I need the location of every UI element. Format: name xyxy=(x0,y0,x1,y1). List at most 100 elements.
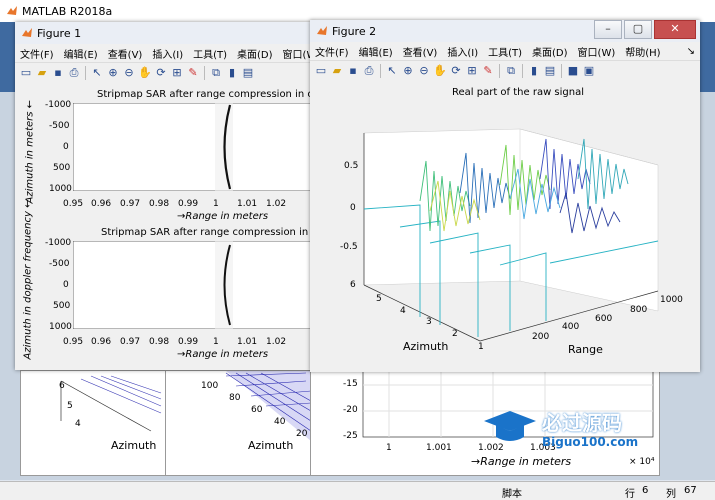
fig2-menu-help[interactable]: 帮助(H) xyxy=(620,44,665,59)
show-plot-tools-icon[interactable]: ▣ xyxy=(582,64,596,78)
figure-logo-icon xyxy=(317,26,327,35)
pan-icon[interactable]: ✋ xyxy=(433,64,447,78)
matlab-logo-icon xyxy=(7,6,17,15)
maximize-button[interactable]: ▢ xyxy=(624,20,652,39)
fig1-bottom-xtick: 1.02 xyxy=(266,337,287,347)
pointer-icon[interactable]: ↖ xyxy=(385,64,399,78)
fig2-xlabel: Range xyxy=(568,343,603,356)
colorbar-icon[interactable]: ▮ xyxy=(225,66,239,80)
fig2-ytick: 1 xyxy=(478,342,484,352)
brush-icon[interactable]: ✎ xyxy=(481,64,495,78)
fig1-top-ytick: -1000 xyxy=(45,100,72,110)
data-cursor-icon[interactable]: ⊞ xyxy=(465,64,479,78)
background-right-exponent: × 10⁴ xyxy=(629,457,655,467)
fig1-bottom-ylabel: Azimuth in doppler frequency ← xyxy=(22,199,34,360)
save-icon[interactable]: ▪ xyxy=(51,66,65,80)
fig2-xtick: 600 xyxy=(595,314,613,324)
pointer-icon[interactable]: ↖ xyxy=(90,66,104,80)
fig2-menu-insert[interactable]: 插入(I) xyxy=(442,44,483,59)
zoom-in-icon[interactable]: ⊕ xyxy=(401,64,415,78)
zoom-out-icon[interactable]: ⊖ xyxy=(122,66,136,80)
brush-icon[interactable]: ✎ xyxy=(186,66,200,80)
rotate-icon[interactable]: ⟳ xyxy=(154,66,168,80)
figure1-toolbar: ▭ ▰ ▪ ⎙ ↖ ⊕ ⊖ ✋ ⟳ ⊞ ✎ ⧉ ▮ ▤ xyxy=(15,62,313,84)
fig2-menu-view[interactable]: 查看(V) xyxy=(398,44,443,59)
fig1-top-ytick: 1000 xyxy=(49,184,72,194)
fig2-menu-file[interactable]: 文件(F) xyxy=(310,44,354,59)
fig2-xtick: 1000 xyxy=(660,295,683,305)
fig2-3d-axes xyxy=(363,128,659,342)
fig2-menu-tools[interactable]: 工具(T) xyxy=(483,44,527,59)
fig1-menu-view[interactable]: 查看(V) xyxy=(103,46,148,61)
print-icon[interactable]: ⎙ xyxy=(67,66,81,80)
figure1-window[interactable]: Figure 1 文件(F) 编辑(E) 查看(V) 插入(I) 工具(T) 桌… xyxy=(15,22,366,370)
figure2-toolbar: ▭ ▰ ▪ ⎙ ↖ ⊕ ⊖ ✋ ⟳ ⊞ ✎ ⧉ ▮ ▤ ■ ▣ xyxy=(310,60,700,82)
close-button[interactable]: ✕ xyxy=(654,20,696,39)
link-plot-icon[interactable]: ⧉ xyxy=(209,66,223,80)
fig1-bottom-xtick: 0.98 xyxy=(149,337,170,347)
figure2-window[interactable]: Figure 2 – ▢ ✕ 文件(F) 编辑(E) 查看(V) 插入(I) 工… xyxy=(310,20,700,372)
figure2-titlebar[interactable]: Figure 2 – ▢ ✕ xyxy=(310,20,700,42)
toolbar-separator xyxy=(204,66,205,80)
hide-plot-tools-icon[interactable]: ■ xyxy=(566,64,580,78)
background-left-ztick-2: 4 xyxy=(75,419,81,429)
background-left-axes xyxy=(60,375,162,432)
dock-arrow-icon[interactable]: ↘ xyxy=(682,46,700,57)
fig1-bottom-xtick: 1 xyxy=(213,337,219,347)
fig1-menu-file[interactable]: 文件(F) xyxy=(15,46,59,61)
fig1-menu-edit[interactable]: 编辑(E) xyxy=(59,46,103,61)
figure1-titlebar[interactable]: Figure 1 xyxy=(15,22,313,44)
zoom-in-icon[interactable]: ⊕ xyxy=(106,66,120,80)
legend-icon[interactable]: ▤ xyxy=(241,66,255,80)
fig2-ytick: 2 xyxy=(452,329,458,339)
pan-icon[interactable]: ✋ xyxy=(138,66,152,80)
fig1-top-axes xyxy=(73,103,313,191)
background-middle-tick-3: 40 xyxy=(274,417,286,427)
figure-logo-icon xyxy=(22,28,32,37)
print-icon[interactable]: ⎙ xyxy=(362,64,376,78)
fig1-bottom-xtick: 0.96 xyxy=(91,337,112,347)
fig1-menu-insert[interactable]: 插入(I) xyxy=(147,46,188,61)
fig2-xtick: 400 xyxy=(562,322,580,332)
rotate-icon[interactable]: ⟳ xyxy=(449,64,463,78)
link-plot-icon[interactable]: ⧉ xyxy=(504,64,518,78)
zoom-out-icon[interactable]: ⊖ xyxy=(417,64,431,78)
fig2-menu-window[interactable]: 窗口(W) xyxy=(573,44,621,59)
main-status-bar: 脚本 行 6 列 67 xyxy=(0,481,715,500)
fig2-menu-edit[interactable]: 编辑(E) xyxy=(354,44,398,59)
fig2-menu-desktop[interactable]: 桌面(D) xyxy=(527,44,573,59)
legend-icon[interactable]: ▤ xyxy=(543,64,557,78)
minimize-button[interactable]: – xyxy=(594,20,622,39)
fig1-menu-desktop[interactable]: 桌面(D) xyxy=(232,46,278,61)
figure2-menubar: 文件(F) 编辑(E) 查看(V) 插入(I) 工具(T) 桌面(D) 窗口(W… xyxy=(310,42,700,60)
fig1-top-xtick: 0.96 xyxy=(91,199,112,209)
data-cursor-icon[interactable]: ⊞ xyxy=(170,66,184,80)
status-col-label: 列 xyxy=(666,489,676,500)
new-figure-icon[interactable]: ▭ xyxy=(314,64,328,78)
fig1-bottom-ytick: 500 xyxy=(53,301,71,311)
fig2-xtick: 200 xyxy=(532,332,550,342)
background-figure-left: 6 5 4 Azimuth xyxy=(20,370,166,476)
main-titlebar: MATLAB R2018a xyxy=(0,0,715,22)
background-right-ytick-0: -15 xyxy=(343,379,358,389)
fig1-bottom-xlabel: →Range in meters xyxy=(177,349,269,360)
fig1-top-xtick: 0.99 xyxy=(178,199,199,209)
toolbar-separator xyxy=(380,64,381,78)
save-icon[interactable]: ▪ xyxy=(346,64,360,78)
new-figure-icon[interactable]: ▭ xyxy=(19,66,33,80)
fig1-top-xtick: 0.95 xyxy=(63,199,84,209)
fig1-top-ylabel: Azimuth in meters ← xyxy=(24,99,36,204)
colorbar-icon[interactable]: ▮ xyxy=(527,64,541,78)
background-left-ztick-1: 5 xyxy=(67,401,73,411)
background-figure-middle: 100 80 60 40 20 Azimuth xyxy=(165,370,312,476)
open-file-icon[interactable]: ▰ xyxy=(330,64,344,78)
toolbar-separator xyxy=(85,66,86,80)
watermark-title: 必过源码 xyxy=(542,411,622,435)
watermark: 必过源码 Biguo100.com xyxy=(480,405,670,455)
fig2-ytick: 5 xyxy=(376,294,382,304)
open-file-icon[interactable]: ▰ xyxy=(35,66,49,80)
fig2-ztick: -0.5 xyxy=(340,242,358,252)
fig1-bottom-ytick: 1000 xyxy=(49,322,72,332)
fig1-menu-tools[interactable]: 工具(T) xyxy=(188,46,232,61)
fig1-top-xtick: 0.98 xyxy=(149,199,170,209)
